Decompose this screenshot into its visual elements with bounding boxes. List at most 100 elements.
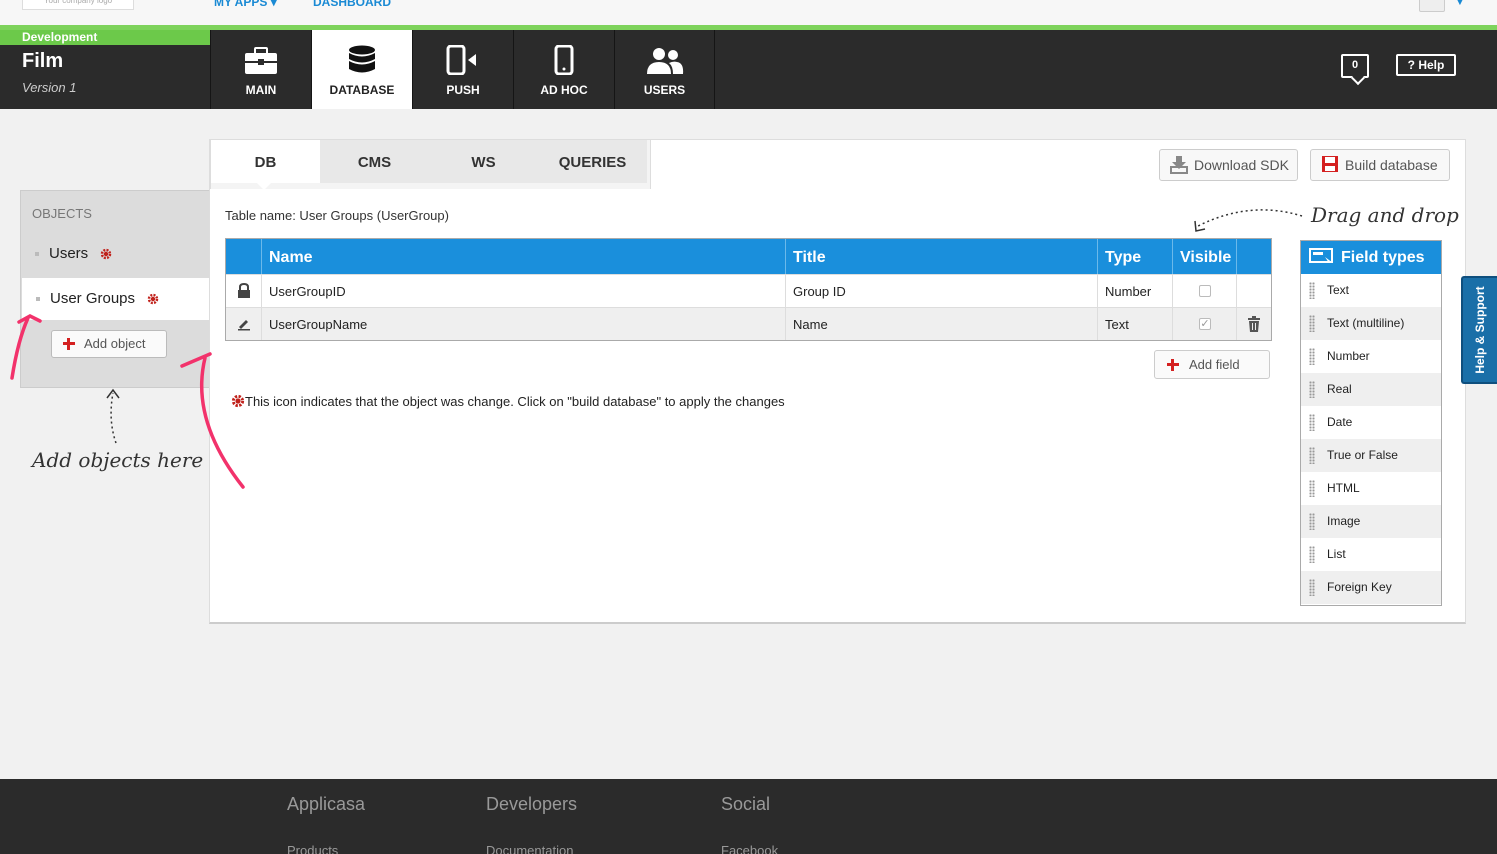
- company-logo[interactable]: Your company logo: [22, 0, 134, 10]
- visible-checkbox[interactable]: ✓: [1199, 318, 1211, 330]
- footer-link-products[interactable]: Products: [287, 843, 338, 854]
- drag-handle-icon: [1309, 381, 1315, 398]
- nav-database-label: DATABASE: [329, 83, 395, 97]
- app-name: Film: [22, 50, 64, 72]
- footer: Applicasa Developers Social Products Doc…: [0, 779, 1497, 854]
- dashboard-link[interactable]: DASHBOARD: [313, 0, 391, 9]
- field-types-header: Field types: [1301, 241, 1441, 274]
- user-avatar-button[interactable]: [1419, 0, 1445, 12]
- field-type-label: Real: [1327, 382, 1352, 396]
- add-object-label: Add object: [84, 336, 146, 351]
- fields-table: Name Title Type Visible UserGroupID Grou…: [225, 238, 1272, 341]
- footer-title-applicasa: Applicasa: [287, 794, 366, 814]
- sub-tabs: DB CMS WS QUERIES: [210, 139, 651, 190]
- tab-ws[interactable]: WS: [429, 140, 538, 183]
- field-type-text-multiline[interactable]: Text (multiline): [1301, 307, 1441, 340]
- nav-ad-hoc[interactable]: AD HOC: [513, 30, 614, 109]
- tab-cms[interactable]: CMS: [320, 140, 429, 183]
- nav-users[interactable]: USERS: [614, 30, 715, 109]
- footer-title-social: Social: [721, 794, 771, 814]
- footer-link-documentation[interactable]: Documentation: [486, 843, 573, 854]
- header-name: Name: [262, 239, 786, 274]
- plus-icon: [1167, 359, 1179, 371]
- field-type-date[interactable]: Date: [1301, 406, 1441, 439]
- field-type-html[interactable]: HTML: [1301, 472, 1441, 505]
- header-type: Type: [1098, 239, 1173, 274]
- trash-icon[interactable]: [1247, 316, 1261, 332]
- app-header: Development Film Version 1 MAIN DATABASE: [0, 30, 1497, 109]
- field-title[interactable]: Name: [786, 308, 1098, 340]
- nav-database[interactable]: DATABASE: [311, 30, 412, 109]
- drag-handle-icon: [1309, 480, 1315, 497]
- delete-cell: [1237, 308, 1271, 340]
- field-types-icon: [1309, 248, 1333, 266]
- save-disk-icon: [1322, 156, 1338, 172]
- nav-push[interactable]: PUSH: [412, 30, 513, 109]
- help-button[interactable]: ? Help: [1396, 54, 1456, 76]
- add-object-button[interactable]: Add object: [51, 330, 167, 358]
- field-type-label: Text (multiline): [1327, 316, 1405, 330]
- object-label: Users: [49, 245, 89, 262]
- top-strip: Your company logo MY APPS ▾ DASHBOARD ▼: [0, 0, 1497, 26]
- field-type-list[interactable]: List: [1301, 538, 1441, 571]
- field-type-text[interactable]: Text: [1301, 274, 1441, 307]
- download-sdk-label: Download SDK: [1194, 157, 1289, 173]
- table-row: UserGroupID Group ID Number: [226, 274, 1271, 307]
- object-label: User Groups: [50, 290, 136, 307]
- info-text: This icon indicates that the object was …: [245, 394, 785, 409]
- field-type-foreign-key[interactable]: Foreign Key: [1301, 571, 1441, 604]
- add-objects-here-annotation: Add objects here: [32, 448, 204, 472]
- drag-handle-icon: [1309, 315, 1315, 332]
- help-support-tab[interactable]: Help & Support: [1461, 276, 1497, 384]
- info-message: This icon indicates that the object was …: [231, 394, 785, 409]
- visible-cell: [1173, 275, 1237, 307]
- field-type: Number: [1098, 275, 1173, 307]
- download-icon: [1170, 156, 1188, 174]
- field-type-label: Date: [1327, 415, 1353, 429]
- chevron-down-icon[interactable]: ▼: [1454, 0, 1466, 8]
- changed-gear-icon: [231, 394, 245, 408]
- pencil-icon[interactable]: [226, 308, 262, 340]
- table-name: Table name: User Groups (UserGroup): [225, 208, 449, 223]
- notifications-badge[interactable]: 0: [1341, 54, 1369, 78]
- drag-handle-icon: [1309, 414, 1315, 431]
- header-visible: Visible: [1173, 239, 1237, 274]
- field-type-true-or-false[interactable]: True or False: [1301, 439, 1441, 472]
- field-title[interactable]: Group ID: [786, 275, 1098, 307]
- footer-link-facebook[interactable]: Facebook: [721, 843, 778, 854]
- field-type: Text: [1098, 308, 1173, 340]
- object-item-user-groups[interactable]: User Groups: [22, 278, 212, 320]
- briefcase-icon: [245, 47, 277, 74]
- download-sdk-button[interactable]: Download SDK: [1159, 149, 1298, 181]
- database-icon: [349, 45, 375, 73]
- field-name[interactable]: UserGroupName: [262, 308, 786, 340]
- add-field-button[interactable]: Add field: [1154, 350, 1270, 379]
- plus-icon: [63, 338, 75, 350]
- field-type-label: Number: [1327, 349, 1370, 363]
- field-type-label: List: [1327, 547, 1346, 561]
- tab-queries[interactable]: QUERIES: [538, 140, 647, 183]
- field-type-number[interactable]: Number: [1301, 340, 1441, 373]
- visible-checkbox[interactable]: [1199, 285, 1211, 297]
- field-name[interactable]: UserGroupID: [262, 275, 786, 307]
- drag-handle-icon: [1309, 546, 1315, 563]
- object-item-users[interactable]: Users: [21, 233, 207, 275]
- bullet: [36, 297, 40, 301]
- field-type-image[interactable]: Image: [1301, 505, 1441, 538]
- environment-label: Development: [0, 30, 210, 45]
- field-type-label: True or False: [1327, 448, 1398, 462]
- visible-cell: ✓: [1173, 308, 1237, 340]
- build-database-label: Build database: [1345, 157, 1438, 173]
- header-actions: [1237, 239, 1271, 274]
- field-type-real[interactable]: Real: [1301, 373, 1441, 406]
- field-types-title: Field types: [1341, 249, 1425, 266]
- drag-handle-icon: [1309, 513, 1315, 530]
- nav-push-label: PUSH: [446, 83, 480, 97]
- table-row: UserGroupName Name Text ✓: [226, 307, 1271, 340]
- my-apps-link[interactable]: MY APPS ▾: [214, 0, 277, 9]
- build-database-button[interactable]: Build database: [1310, 149, 1450, 181]
- tab-db[interactable]: DB: [211, 140, 320, 190]
- header-title: Title: [786, 239, 1098, 274]
- nav-main[interactable]: MAIN: [210, 30, 311, 109]
- users-icon: [646, 48, 683, 74]
